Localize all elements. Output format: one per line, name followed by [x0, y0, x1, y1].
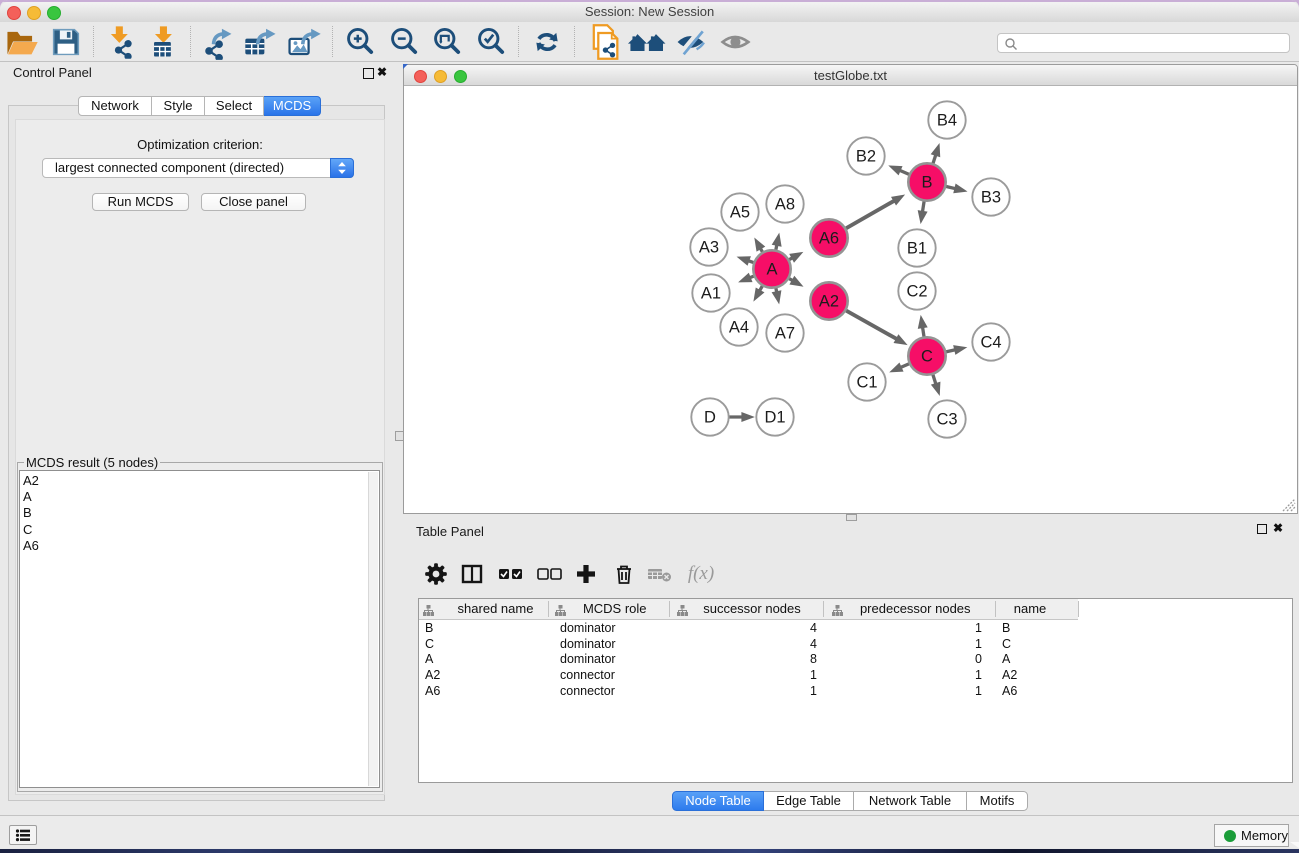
svg-text:A: A	[766, 260, 777, 278]
svg-text:D: D	[704, 408, 716, 426]
svg-text:C4: C4	[980, 333, 1001, 351]
svg-text:A1: A1	[700, 284, 720, 302]
svg-text:B4: B4	[936, 111, 956, 129]
svg-text:B1: B1	[906, 239, 926, 257]
svg-text:A4: A4	[728, 318, 748, 336]
svg-text:A7: A7	[774, 324, 794, 342]
svg-text:D1: D1	[764, 408, 785, 426]
svg-text:B: B	[921, 173, 932, 191]
svg-text:A6: A6	[818, 229, 838, 247]
svg-text:B2: B2	[855, 147, 875, 165]
svg-text:A3: A3	[698, 238, 718, 256]
svg-text:A2: A2	[818, 292, 838, 310]
svg-text:A8: A8	[774, 195, 794, 213]
svg-text:C1: C1	[856, 373, 877, 391]
svg-text:A5: A5	[729, 203, 749, 221]
svg-text:C: C	[921, 347, 933, 365]
svg-text:C3: C3	[936, 410, 957, 428]
svg-text:C2: C2	[906, 282, 927, 300]
svg-text:B3: B3	[980, 188, 1000, 206]
